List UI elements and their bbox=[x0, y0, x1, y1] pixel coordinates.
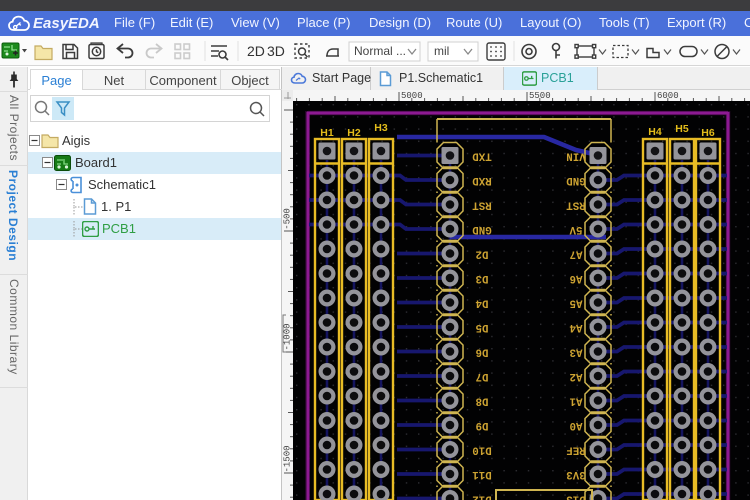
svg-text:REF: REF bbox=[566, 444, 585, 456]
svg-text:RXD: RXD bbox=[472, 174, 492, 186]
svg-text:H5: H5 bbox=[675, 123, 689, 135]
svg-text:D4: D4 bbox=[475, 297, 488, 309]
svg-text:6000: 6000 bbox=[657, 91, 679, 101]
svg-text:A1: A1 bbox=[569, 395, 582, 407]
svg-text:A3: A3 bbox=[570, 346, 583, 358]
svg-text:H4: H4 bbox=[648, 126, 662, 138]
svg-text:A0: A0 bbox=[570, 419, 583, 431]
svg-text:D2: D2 bbox=[476, 248, 489, 260]
svg-text:3D: 3D bbox=[267, 43, 285, 59]
svg-text:D10: D10 bbox=[472, 444, 491, 456]
svg-text:2D: 2D bbox=[247, 43, 265, 59]
svg-text:D5: D5 bbox=[476, 321, 489, 333]
svg-text:D12: D12 bbox=[472, 493, 491, 500]
svg-text:5500: 5500 bbox=[529, 91, 551, 101]
svg-text:H3: H3 bbox=[374, 122, 388, 134]
svg-text:H2: H2 bbox=[347, 127, 361, 139]
svg-text:D7: D7 bbox=[476, 370, 489, 382]
svg-text:TXD: TXD bbox=[472, 150, 492, 162]
svg-text:-500: -500 bbox=[283, 208, 293, 230]
svg-text:RST: RST bbox=[472, 199, 492, 211]
svg-text:A4: A4 bbox=[569, 321, 582, 333]
svg-text:A7: A7 bbox=[570, 248, 583, 260]
svg-text:GND: GND bbox=[566, 174, 586, 186]
svg-text:mil: mil bbox=[434, 44, 449, 58]
svg-text:-1000: -1000 bbox=[283, 323, 293, 350]
svg-text:D13: D13 bbox=[566, 493, 585, 500]
svg-text:D9: D9 bbox=[476, 419, 489, 431]
svg-text:D8: D8 bbox=[476, 395, 489, 407]
svg-text:A6: A6 bbox=[570, 272, 583, 284]
svg-text:A5: A5 bbox=[570, 297, 583, 309]
svg-text:D3: D3 bbox=[476, 272, 489, 284]
svg-text:VIN: VIN bbox=[566, 150, 585, 162]
svg-text:RST: RST bbox=[566, 199, 586, 211]
svg-text:Normal ...: Normal ... bbox=[354, 44, 406, 58]
svg-text:H1: H1 bbox=[320, 127, 334, 139]
svg-text:5V: 5V bbox=[569, 223, 582, 235]
svg-text:3V3: 3V3 bbox=[566, 468, 585, 480]
svg-text:D11: D11 bbox=[472, 468, 492, 480]
svg-text:H6: H6 bbox=[701, 127, 715, 139]
svg-text:5000: 5000 bbox=[401, 91, 423, 101]
svg-text:D6: D6 bbox=[476, 346, 489, 358]
svg-text:-1500: -1500 bbox=[283, 445, 293, 472]
svg-text:GND: GND bbox=[472, 223, 492, 235]
svg-text:A2: A2 bbox=[570, 370, 583, 382]
